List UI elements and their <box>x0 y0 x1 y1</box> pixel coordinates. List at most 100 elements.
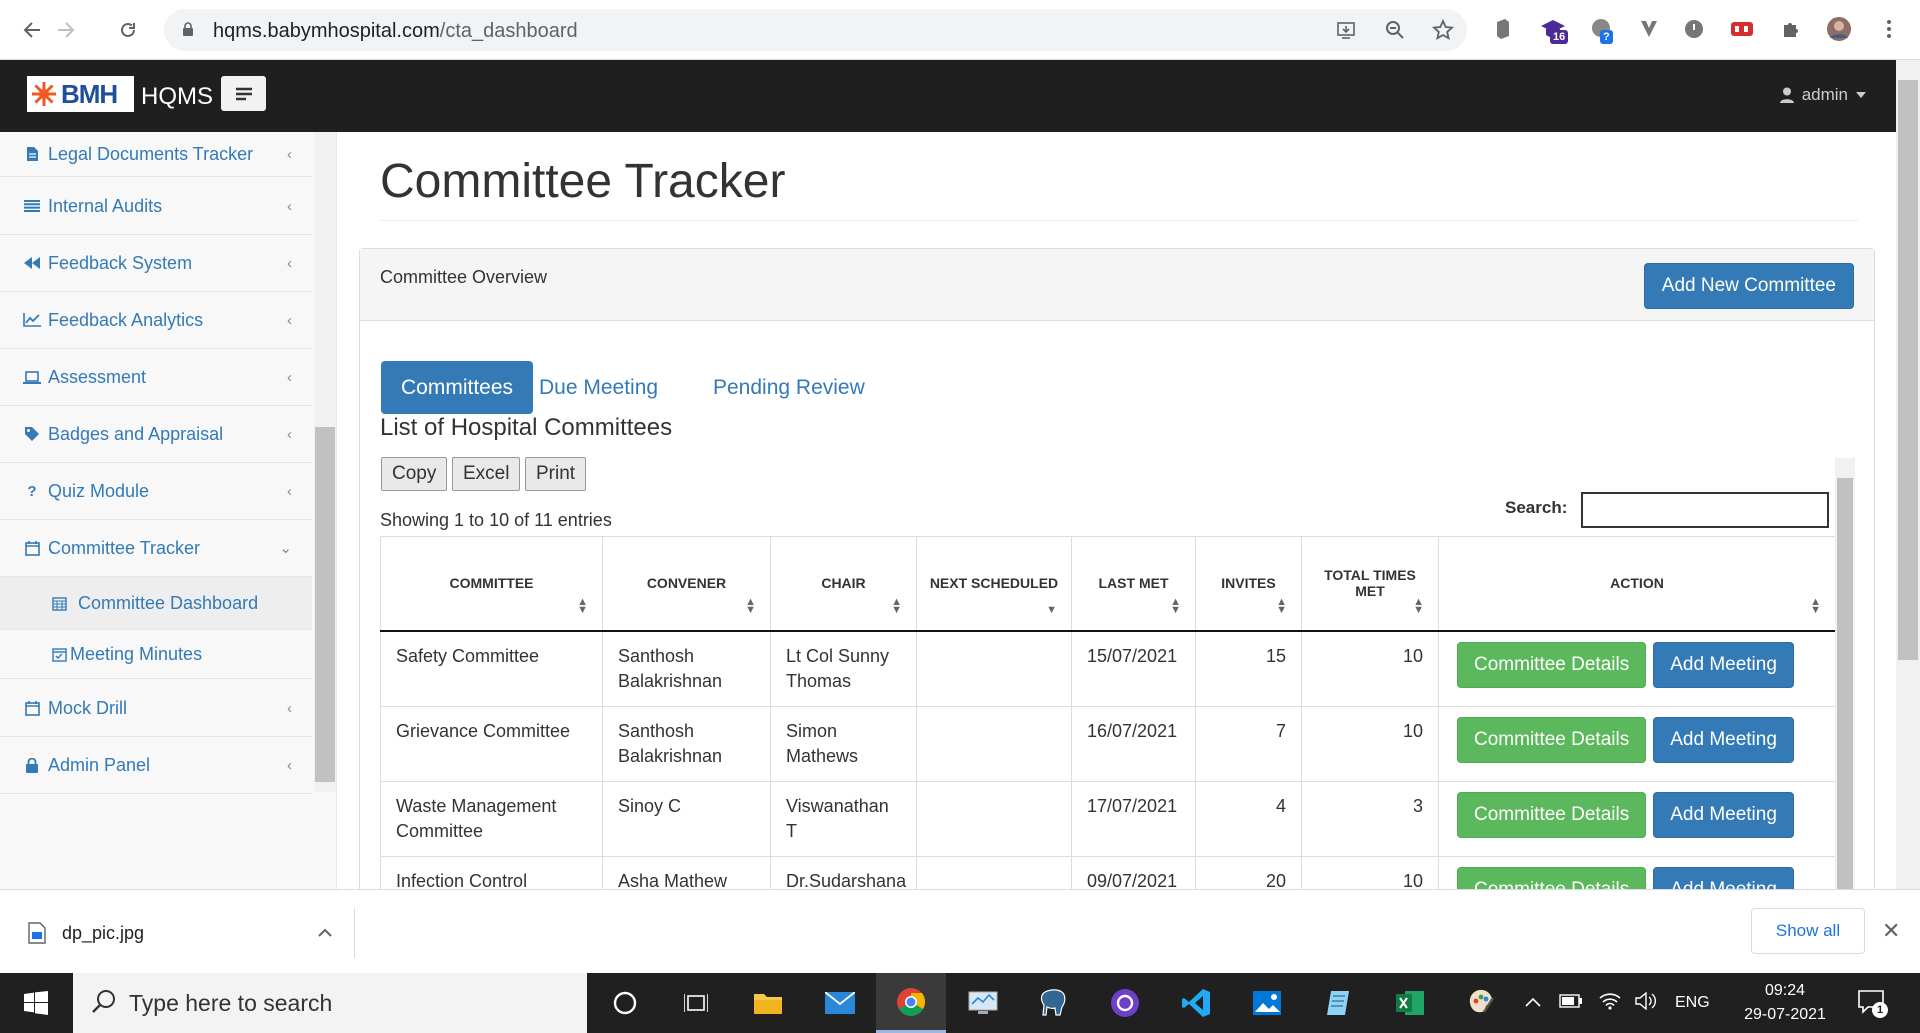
battery-icon[interactable] <box>1559 993 1583 1013</box>
extension-circle-icon[interactable] <box>1681 16 1707 42</box>
sun-logo-icon <box>32 82 56 106</box>
github-desktop-icon[interactable] <box>1090 973 1160 1033</box>
cell-next-scheduled <box>916 630 1072 707</box>
paint-icon[interactable] <box>1446 973 1516 1033</box>
sidebar-item-meeting-minutes[interactable]: Meeting Minutes <box>0 630 312 679</box>
add-meeting-button[interactable]: Add Meeting <box>1653 641 1794 688</box>
bookmark-star-icon[interactable] <box>1431 18 1455 42</box>
task-view-icon[interactable] <box>661 973 731 1033</box>
committee-details-button[interactable]: Committee Details <box>1457 791 1647 838</box>
sidebar-item-legal-documents[interactable]: Legal Documents Tracker ‹ <box>0 132 312 177</box>
sidebar-item-committee-tracker[interactable]: Committee Tracker ⌄ <box>0 520 312 577</box>
column-header-chair[interactable]: Chair ▲ ▼ <box>770 536 917 632</box>
table-search-input[interactable] <box>1581 492 1829 528</box>
taskbar-search-placeholder: Type here to search <box>129 989 333 1016</box>
cell-committee: Grievance Committee <box>380 705 603 782</box>
sidebar-item-committee-dashboard[interactable]: Committee Dashboard <box>0 577 312 630</box>
extension-cloud-icon[interactable]: ? <box>1588 16 1614 44</box>
print-button[interactable]: Print <box>525 457 587 491</box>
postgres-elephant-icon[interactable] <box>1019 973 1089 1033</box>
tab-committees[interactable]: Committees <box>381 361 534 414</box>
app-navbar: BMH HQMS admin <box>0 60 1896 132</box>
taskbar-clock[interactable]: 09:24 29-07-2021 <box>1730 979 1840 1027</box>
column-header-invites[interactable]: Invites ▲ ▼ <box>1195 536 1302 632</box>
table-scrollbar-thumb[interactable] <box>1837 478 1853 889</box>
user-menu[interactable]: admin <box>1779 85 1866 105</box>
mail-icon[interactable] <box>805 973 875 1033</box>
sort-icon: ▲ ▼ <box>1276 595 1287 616</box>
forward-arrow-icon[interactable] <box>50 14 82 46</box>
column-label: Action <box>1610 575 1664 592</box>
column-header-convener[interactable]: Convener ▲ ▼ <box>602 536 771 632</box>
sidebar-item-assessment[interactable]: Assessment ‹ <box>0 349 312 406</box>
copy-button[interactable]: Copy <box>381 457 448 491</box>
speaker-icon[interactable] <box>1635 991 1657 1015</box>
show-all-downloads-button[interactable]: Show all <box>1751 908 1865 954</box>
extension-red-icon[interactable] <box>1729 16 1755 42</box>
sidebar-item-admin-panel[interactable]: Admin Panel ‹ <box>0 737 312 794</box>
language-indicator[interactable]: ENG <box>1675 994 1710 1012</box>
user-icon <box>1779 87 1794 103</box>
sort-icon: ▲ ▼ <box>577 595 588 616</box>
extensions-puzzle-icon[interactable] <box>1777 16 1803 42</box>
chevron-left-icon: ‹ <box>287 368 292 386</box>
profile-avatar-icon[interactable] <box>1826 16 1852 42</box>
excel-icon[interactable] <box>1375 973 1445 1033</box>
sidebar-item-quiz-module[interactable]: ? Quiz Module ‹ <box>0 463 312 520</box>
taskbar-search-box[interactable]: Type here to search <box>73 973 587 1033</box>
windows-start-button[interactable] <box>0 973 72 1033</box>
sidebar-item-feedback-system[interactable]: Feedback System ‹ <box>0 235 312 292</box>
hamburger-icon <box>235 87 252 100</box>
vscode-icon[interactable] <box>1161 973 1231 1033</box>
close-icon[interactable]: ✕ <box>1882 918 1900 944</box>
zoom-icon[interactable] <box>1383 18 1407 42</box>
reload-icon[interactable] <box>112 14 144 46</box>
install-app-icon[interactable] <box>1334 18 1358 42</box>
extension-graduation-icon[interactable]: 16 <box>1540 16 1569 44</box>
column-header-total-times-met[interactable]: Total Times Met ▲ ▼ <box>1301 536 1439 632</box>
add-new-committee-button[interactable]: Add New Committee <box>1643 263 1854 309</box>
cortana-icon[interactable] <box>590 973 660 1033</box>
add-meeting-button[interactable]: Add Meeting <box>1653 866 1794 889</box>
cell-chair: Viswanathan T <box>770 780 917 857</box>
chrome-menu-icon[interactable] <box>1876 16 1902 42</box>
tab-due-meeting[interactable]: Due Meeting <box>519 361 678 414</box>
file-explorer-icon[interactable] <box>733 973 803 1033</box>
chevron-up-icon[interactable] <box>318 924 332 942</box>
column-header-committee[interactable]: Committee ▲ ▼ <box>380 536 603 632</box>
menu-toggle-button[interactable] <box>221 76 266 111</box>
cell-action: Committee Details Add Meeting <box>1438 855 1835 889</box>
chrome-icon[interactable] <box>876 973 946 1033</box>
committee-details-button[interactable]: Committee Details <box>1457 641 1647 688</box>
sidebar-scrollbar-thumb[interactable] <box>315 427 335 782</box>
cell-convener: Santhosh Balakrishnan <box>602 630 771 707</box>
committee-details-button[interactable]: Committee Details <box>1457 866 1647 889</box>
sidebar-item-badges-appraisal[interactable]: Badges and Appraisal ‹ <box>0 406 312 463</box>
column-header-action[interactable]: Action ▲ ▼ <box>1438 536 1835 632</box>
tab-pending-review[interactable]: Pending Review <box>693 361 885 414</box>
page-scrollbar-thumb[interactable] <box>1898 80 1918 660</box>
wifi-icon[interactable] <box>1599 992 1621 1015</box>
address-bar[interactable]: hqms.babymhospital.com/cta_dashboard <box>164 9 1467 51</box>
notification-icon[interactable]: 1 <box>1858 990 1888 1018</box>
download-item[interactable]: dp_pic.jpg <box>28 908 355 958</box>
chevron-up-icon[interactable] <box>1525 994 1541 1012</box>
brand-logo[interactable]: BMH <box>27 76 134 112</box>
column-header-next-scheduled[interactable]: Next Scheduled ▼ <box>916 536 1072 632</box>
notepad-icon[interactable] <box>1304 973 1374 1033</box>
sidebar-item-feedback-analytics[interactable]: Feedback Analytics ‹ <box>0 292 312 349</box>
sidebar-item-mock-drill[interactable]: Mock Drill ‹ <box>0 680 312 737</box>
add-meeting-button[interactable]: Add Meeting <box>1653 716 1794 763</box>
cell-convener: Sinoy C <box>602 780 771 857</box>
photos-icon[interactable] <box>1232 973 1302 1033</box>
monitor-app-icon[interactable] <box>948 973 1018 1033</box>
committee-details-button[interactable]: Committee Details <box>1457 716 1647 763</box>
back-arrow-icon[interactable] <box>16 14 48 46</box>
column-header-last-met[interactable]: Last Met ▲ ▼ <box>1071 536 1196 632</box>
extension-v-icon[interactable] <box>1636 16 1662 42</box>
excel-button[interactable]: Excel <box>452 457 521 491</box>
extension-shield-icon[interactable] <box>1490 16 1516 42</box>
cell-action: Committee Details Add Meeting <box>1438 705 1835 782</box>
sidebar-item-internal-audits[interactable]: Internal Audits ‹ <box>0 178 312 235</box>
add-meeting-button[interactable]: Add Meeting <box>1653 791 1794 838</box>
